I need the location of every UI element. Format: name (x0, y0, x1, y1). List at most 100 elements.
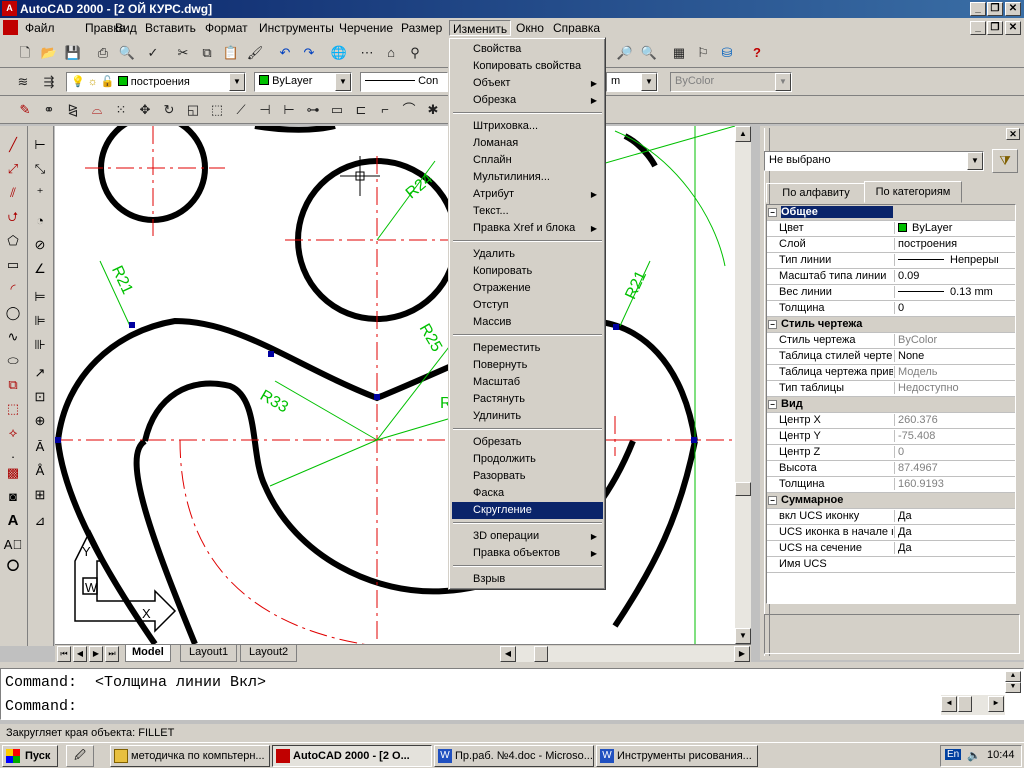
scale-icon[interactable]: ◱ (182, 99, 204, 121)
dim-text-edit-icon[interactable]: Å (29, 460, 51, 482)
ordinate-dim-icon[interactable]: ⁺ (29, 182, 51, 204)
layer-select[interactable]: 💡 ☼ 🔓 построения ▼ (66, 72, 246, 92)
modify-menu-item[interactable]: Обрезать (452, 434, 603, 451)
linetype-select[interactable]: Con (360, 72, 448, 92)
dim-update-icon[interactable]: ⊞ (29, 484, 51, 506)
property-row[interactable]: Тип линии Непрерывн (767, 253, 1015, 269)
modify-menu-item[interactable]: Правка объектов ▶ (452, 545, 603, 562)
modify-menu-item[interactable]: Продолжить (452, 451, 603, 468)
spellcheck-icon[interactable]: ✓ (142, 42, 164, 64)
menu-item[interactable]: Формат (202, 20, 251, 36)
collapse-icon[interactable]: − (768, 496, 777, 505)
modify-menu-item[interactable]: Переместить (452, 340, 603, 357)
layer-manager-icon[interactable]: ≋ (12, 71, 34, 93)
property-row[interactable]: Таблица чертежа прив Модель (767, 365, 1015, 381)
modify-menu-item[interactable]: Удалить (452, 246, 603, 263)
construction-line-icon[interactable]: ⤢ (2, 158, 24, 180)
lineweight-select[interactable]: m ▼ (606, 72, 658, 92)
dbconnect-icon[interactable]: ⛁ (716, 42, 738, 64)
property-row[interactable]: Тип таблицы Недоступно (767, 381, 1015, 397)
scroll-up-icon[interactable]: ▲ (735, 126, 751, 142)
modify-menu-item[interactable]: Копировать (452, 263, 603, 280)
extend-icon[interactable]: ⊢ (278, 99, 300, 121)
array-icon[interactable]: ⁙ (110, 99, 132, 121)
dim-edit-icon[interactable]: Ā (29, 436, 51, 458)
copy-object-icon[interactable]: ⚭ (38, 99, 60, 121)
modify-menu-item[interactable]: Отступ (452, 297, 603, 314)
taskbar-button-folder[interactable]: методичка по компьтерн... (110, 745, 270, 767)
match-properties-icon[interactable]: 🖌 (244, 42, 266, 64)
collapse-icon[interactable]: − (768, 400, 777, 409)
property-row[interactable]: Масштаб типа линии 0.09 (767, 269, 1015, 285)
palette-close-button[interactable]: ✕ (1006, 128, 1020, 140)
erase-icon[interactable]: ✎ (14, 99, 36, 121)
plotstyle-select[interactable]: ByColor ▼ (670, 72, 792, 92)
last-tab-icon[interactable]: ⏭ (105, 646, 119, 662)
spline-icon[interactable]: ∿ (2, 326, 24, 348)
scroll-left-icon[interactable]: ◀ (941, 696, 957, 712)
scroll-down-icon[interactable]: ▼ (735, 628, 751, 644)
print-icon[interactable]: ⎙ (92, 42, 114, 64)
property-row[interactable]: Толщина 0 (767, 301, 1015, 317)
selection-select[interactable]: Не выбрано ▼ (764, 151, 984, 171)
property-row[interactable]: Центр Z 0 (767, 445, 1015, 461)
autocad-app-icon[interactable]: A (2, 1, 17, 16)
property-category[interactable]: − Стиль чертежа (767, 317, 1015, 333)
scroll-up-icon[interactable]: ▲ (1005, 671, 1021, 682)
menu-item[interactable]: Размер (398, 20, 445, 36)
taskbar-button-word-doc[interactable]: W Пр.раб. №4.doc - Microso... (434, 745, 594, 767)
property-row[interactable]: Слой построения (767, 237, 1015, 253)
chevron-down-icon[interactable]: ▼ (229, 73, 245, 91)
modify-menu-item[interactable]: Фаска (452, 485, 603, 502)
property-row[interactable]: Имя UCS (767, 557, 1015, 573)
mtext-icon[interactable]: A (2, 510, 24, 532)
modify-menu-item[interactable]: Объект ▶ (452, 75, 603, 92)
open-file-icon[interactable]: 📂 (38, 42, 60, 64)
offset-icon[interactable]: ⌓ (86, 99, 108, 121)
circle-icon[interactable]: ◯ (2, 302, 24, 324)
property-row[interactable]: Центр Y -75.408 (767, 429, 1015, 445)
speaker-icon[interactable]: 🔈 (967, 749, 981, 762)
property-category[interactable]: − Суммарное (767, 493, 1015, 509)
color-select[interactable]: ByLayer ▼ (254, 72, 352, 92)
stretch-icon[interactable]: ⬚ (206, 99, 228, 121)
scroll-right-icon[interactable]: ▶ (988, 696, 1004, 712)
doc-close-button[interactable]: ✕ (1005, 21, 1021, 35)
region-icon[interactable]: ◙ (2, 486, 24, 508)
next-tab-icon[interactable]: ▶ (89, 646, 103, 662)
scroll-left-icon[interactable]: ◀ (500, 646, 516, 662)
modify-menu-item[interactable]: Правка Xref и блока ▶ (452, 220, 603, 237)
copy-icon[interactable]: ⧉ (196, 42, 218, 64)
donut-icon[interactable]: ⭘ (2, 556, 24, 578)
property-row[interactable]: Толщина 160.9193 (767, 477, 1015, 493)
point-icon[interactable]: ⟡ (2, 422, 24, 444)
modify-menu-item[interactable]: Масштаб (452, 374, 603, 391)
menu-item[interactable]: Справка (550, 20, 603, 36)
line-icon[interactable]: ╱ (2, 134, 24, 156)
ucs-icon[interactable]: ⌂ (380, 42, 402, 64)
modify-menu-item[interactable]: Отражение (452, 280, 603, 297)
modify-menu-item[interactable]: 3D операции ▶ (452, 528, 603, 545)
start-button[interactable]: Пуск (2, 745, 58, 767)
property-row[interactable]: Центр X 260.376 (767, 413, 1015, 429)
tracking-icon[interactable]: ⚲ (404, 42, 426, 64)
rotate-icon[interactable]: ↻ (158, 99, 180, 121)
menu-item[interactable]: Вид (112, 20, 140, 36)
modify-menu-item[interactable]: Массив (452, 314, 603, 331)
modify-menu-item[interactable]: Ломаная (452, 135, 603, 152)
aligned-dim-icon[interactable]: ⤡ (29, 158, 51, 180)
modify-menu-item[interactable]: Удлинить (452, 408, 603, 425)
menu-item[interactable]: Черчение (336, 20, 396, 36)
property-row[interactable]: Стиль чертежа ByColor (767, 333, 1015, 349)
property-row[interactable]: UCS иконка в начале к Да (767, 525, 1015, 541)
tab-alphabetic[interactable]: По алфавиту (766, 183, 866, 203)
chevron-down-icon[interactable]: ▼ (967, 152, 983, 170)
modify-menu-item[interactable]: Копировать свойства (452, 58, 603, 75)
explode-icon[interactable]: ✱ (422, 99, 444, 121)
join-icon[interactable]: ⊏ (350, 99, 372, 121)
polyline-icon[interactable]: ⮍ (2, 206, 24, 228)
property-row[interactable]: Высота 87.4967 (767, 461, 1015, 477)
tab-layout1[interactable]: Layout1 (180, 645, 238, 662)
multiline-icon[interactable]: ⫽ (2, 182, 24, 204)
quick-dim-icon[interactable]: ⊪ (29, 334, 51, 356)
